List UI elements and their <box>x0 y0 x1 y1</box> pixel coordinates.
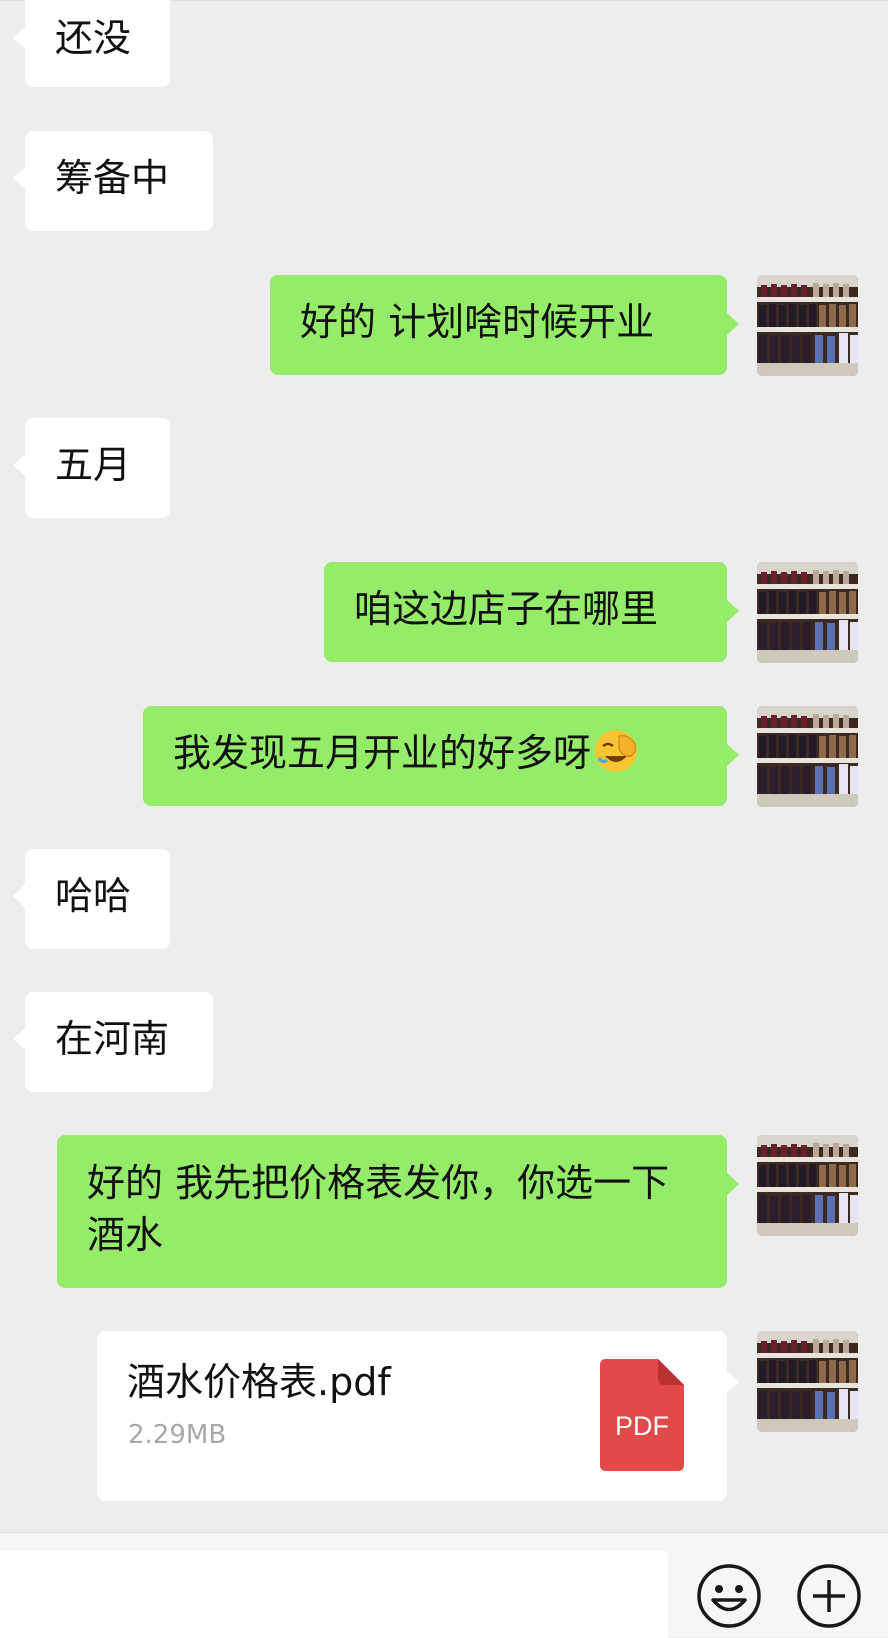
message-outgoing[interactable]: 咱这边店子在哪里 <box>324 562 739 662</box>
user-avatar[interactable] <box>757 562 858 663</box>
message-text: 还没 <box>55 16 132 60</box>
smiley-icon[interactable] <box>696 1563 762 1629</box>
avatar-wine-shelf-image <box>757 1331 858 1432</box>
file-message[interactable]: 酒水价格表.pdf 2.29MB PDF <box>97 1331 739 1501</box>
user-avatar[interactable] <box>757 275 858 376</box>
avatar-wine-shelf-image <box>757 275 858 376</box>
user-avatar[interactable] <box>757 1135 858 1236</box>
input-toolbar <box>0 1532 888 1638</box>
message-outgoing[interactable]: 好的 我先把价格表发你，你选一下酒水 <box>57 1135 739 1288</box>
message-incoming[interactable]: 哈哈 <box>13 849 170 949</box>
message-text: 好的 我先把价格表发你，你选一下酒水 <box>87 1161 670 1257</box>
message-text: 好的 计划啥时候开业 <box>300 300 655 344</box>
message-incoming[interactable]: 五月 <box>13 418 170 518</box>
avatar-wine-shelf-image <box>757 562 858 663</box>
file-name: 酒水价格表.pdf <box>127 1360 391 1404</box>
user-avatar[interactable] <box>757 1331 858 1432</box>
message-text: 哈哈 <box>55 874 132 918</box>
message-text: 筹备中 <box>55 156 170 200</box>
message-outgoing[interactable]: 我发现五月开业的好多呀 <box>143 706 739 806</box>
message-incoming[interactable]: 筹备中 <box>13 131 213 231</box>
message-input[interactable] <box>0 1551 668 1638</box>
pdf-file-icon: PDF <box>600 1359 684 1471</box>
file-size: 2.29MB <box>128 1420 227 1450</box>
pdf-badge-label: PDF <box>615 1411 669 1441</box>
message-text: 咱这边店子在哪里 <box>354 587 659 631</box>
message-incoming[interactable]: 在河南 <box>13 992 213 1092</box>
message-incoming[interactable]: 还没 <box>13 0 170 87</box>
avatar-wine-shelf-image <box>757 706 858 807</box>
message-outgoing[interactable]: 好的 计划啥时候开业 <box>270 275 739 375</box>
message-text: 在河南 <box>55 1017 170 1061</box>
chat-history[interactable]: 还没 筹备中 好的 计划啥时候开业 五月 咱这边店子在哪里 我发现五月开业的好多… <box>0 0 888 1532</box>
plus-circle-icon[interactable] <box>796 1563 862 1629</box>
facepalm-laugh-emoji-icon <box>595 730 638 772</box>
message-text: 我发现五月开业的好多呀 <box>173 731 592 775</box>
message-text: 五月 <box>55 443 132 487</box>
user-avatar[interactable] <box>757 706 858 807</box>
avatar-wine-shelf-image <box>757 1135 858 1236</box>
